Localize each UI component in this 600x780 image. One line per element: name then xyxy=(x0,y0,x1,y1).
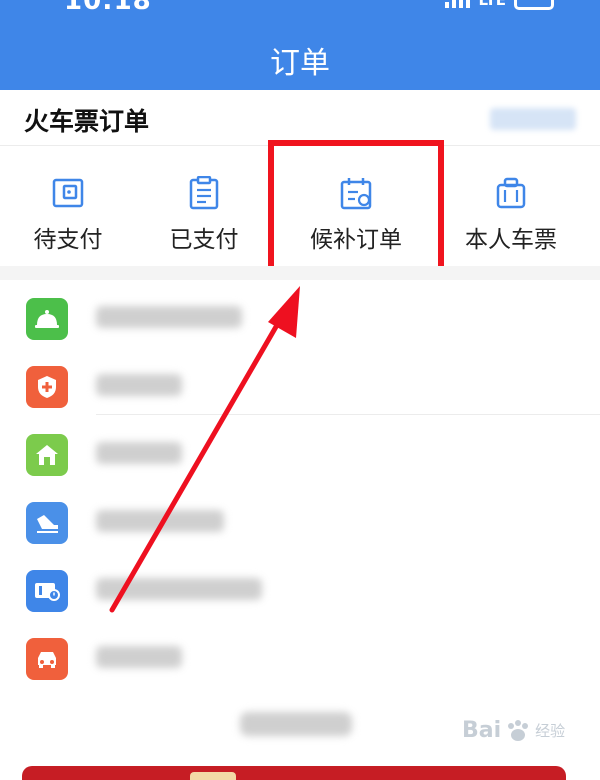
list-item[interactable] xyxy=(0,562,600,630)
list-item[interactable] xyxy=(0,358,600,426)
list-item-text xyxy=(96,306,242,328)
status-time: 10:18 xyxy=(64,0,152,16)
luggage-icon xyxy=(496,177,526,209)
promo-banner[interactable] xyxy=(22,766,566,780)
signal-icon xyxy=(445,0,471,8)
paid-orders-label: 已支付 xyxy=(169,227,239,253)
watermark-brand: Bai xyxy=(462,718,502,743)
train-orders-header: 火车票订单 xyxy=(0,90,600,146)
baidu-watermark: Bai 经验 xyxy=(462,718,565,743)
list-item-text xyxy=(96,374,182,396)
pending-payment-label: 待支付 xyxy=(33,227,103,253)
list-item-text xyxy=(96,578,262,600)
watermark-suffix: 经验 xyxy=(535,722,566,740)
all-orders-link[interactable] xyxy=(490,108,576,130)
clipboard-icon xyxy=(189,176,219,210)
network-type: LTE xyxy=(478,0,506,9)
page-title: 订单 xyxy=(270,46,330,81)
house-icon xyxy=(26,434,68,476)
service-bell-icon xyxy=(26,298,68,340)
paw-icon xyxy=(508,719,529,741)
my-tickets-label: 本人车票 xyxy=(465,227,557,253)
list-item-text xyxy=(96,646,182,668)
wallet-icon xyxy=(52,178,84,208)
highlight-box xyxy=(268,140,444,274)
list-item-text xyxy=(96,510,224,532)
promo-card xyxy=(190,772,236,780)
pending-payment-button[interactable]: 待支付 xyxy=(18,146,118,266)
app-header: 10:18 LTE 订单 xyxy=(0,0,600,90)
list-item[interactable] xyxy=(0,426,600,494)
status-indicators: LTE xyxy=(445,0,554,10)
list-divider xyxy=(96,414,600,415)
ticket-clock-icon xyxy=(26,570,68,612)
car-icon xyxy=(26,638,68,680)
list-item[interactable] xyxy=(0,290,600,358)
paid-orders-button[interactable]: 已支付 xyxy=(154,146,254,266)
list-item[interactable] xyxy=(0,630,600,698)
list-item[interactable] xyxy=(0,494,600,562)
orders-screen: 10:18 LTE 订单 火车票订单 待支付 已支付 候补订单 本人车票 Bai… xyxy=(0,0,600,780)
load-more-link[interactable] xyxy=(240,712,352,736)
train-icon xyxy=(26,502,68,544)
battery-icon xyxy=(514,0,554,10)
list-item-text xyxy=(96,442,182,464)
my-tickets-button[interactable]: 本人车票 xyxy=(458,146,564,266)
section-divider xyxy=(0,266,600,280)
medical-shield-icon xyxy=(26,366,68,408)
train-orders-title: 火车票订单 xyxy=(24,107,150,136)
